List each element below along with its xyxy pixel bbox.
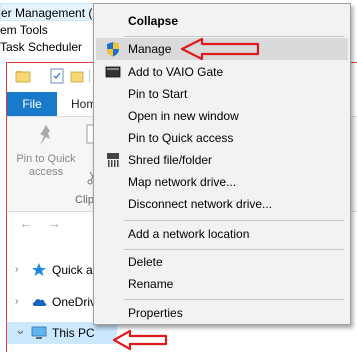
annotation-arrow-this-pc — [112, 329, 168, 351]
menu-item-disconnect-network-drive[interactable]: Disconnect network drive... — [96, 193, 348, 215]
menu-separator — [124, 220, 344, 221]
top-list-item-system-tools[interactable]: em Tools — [0, 21, 48, 39]
menu-item-add-to-vaio-gate[interactable]: Add to VAIO Gate — [96, 61, 348, 83]
pin-to-quick-access-label: Pin to Quick access — [16, 153, 76, 178]
nav-item-label: This PC — [52, 326, 95, 340]
shield-icon — [107, 42, 119, 57]
pin-to-quick-access-button[interactable]: Pin to Quick access — [13, 123, 79, 179]
chevron-right-icon[interactable]: › — [15, 259, 18, 281]
top-list-item-label: er Management (L — [1, 6, 100, 20]
top-list-item-label: em Tools — [0, 23, 48, 37]
nav-item-label: OneDriv — [52, 295, 97, 309]
menu-item-pin-to-quick-access[interactable]: Pin to Quick access — [96, 127, 348, 149]
menu-item-label: Collapse — [128, 14, 179, 28]
nav-item-this-pc[interactable]: ⌄ This PC — [7, 322, 117, 344]
top-list-item-task-scheduler[interactable]: Task Scheduler — [0, 38, 82, 56]
menu-item-label: Add to VAIO Gate — [128, 65, 224, 79]
menu-item-map-network-drive[interactable]: Map network drive... — [96, 171, 348, 193]
menu-item-add-network-location[interactable]: Add a network location — [96, 223, 348, 245]
properties-icon[interactable] — [49, 68, 65, 84]
cloud-icon — [32, 299, 47, 306]
menu-item-shred[interactable]: Shred file/folder — [96, 149, 348, 171]
new-folder-icon[interactable] — [69, 68, 85, 84]
menu-item-label: Pin to Quick access — [128, 131, 234, 145]
menu-item-label: Disconnect network drive... — [128, 197, 273, 211]
folder-icon[interactable] — [15, 68, 31, 84]
chevron-right-icon[interactable]: › — [15, 291, 18, 313]
annotation-arrow-manage — [180, 37, 260, 61]
menu-item-label: Properties — [128, 306, 183, 320]
forward-button[interactable]: → — [47, 215, 61, 231]
menu-item-pin-to-start[interactable]: Pin to Start — [96, 83, 348, 105]
clipboard-group-label: Clip — [75, 194, 94, 206]
nav-item-label: Quick ac — [52, 263, 99, 277]
nav-item-onedrive[interactable]: › OneDriv — [7, 291, 107, 313]
pin-icon — [40, 125, 50, 145]
shred-icon — [107, 153, 119, 167]
menu-item-label: Open in new window — [128, 109, 239, 123]
top-list-item-label: Task Scheduler — [0, 40, 83, 54]
back-button[interactable]: ← — [19, 215, 33, 231]
menu-item-label: Manage — [128, 42, 172, 56]
star-icon — [32, 263, 46, 276]
menu-item-label: Map network drive... — [128, 175, 237, 189]
menu-item-rename[interactable]: Rename — [96, 273, 348, 295]
menu-item-label: Delete — [128, 255, 163, 269]
menu-item-label: Add a network location — [128, 227, 250, 241]
menu-item-delete[interactable]: Delete — [96, 251, 348, 273]
menu-separator — [124, 299, 344, 300]
menu-separator — [124, 249, 344, 250]
qat-separator — [89, 69, 90, 83]
top-list-item-computer-management[interactable]: er Management (L — [0, 3, 100, 21]
tab-file[interactable]: File — [7, 92, 57, 116]
vaio-gate-icon — [105, 66, 121, 78]
menu-item-collapse[interactable]: Collapse — [96, 10, 348, 32]
menu-item-open-in-new-window[interactable]: Open in new window — [96, 105, 348, 127]
menu-item-label: Rename — [128, 277, 174, 291]
chevron-down-icon[interactable]: ⌄ — [15, 319, 26, 341]
computer-icon — [31, 326, 47, 339]
nav-item-quick-access[interactable]: › Quick ac — [7, 259, 107, 281]
menu-item-properties[interactable]: Properties — [96, 302, 348, 324]
menu-item-label: Pin to Start — [128, 87, 188, 101]
menu-item-label: Shred file/folder — [128, 153, 213, 167]
